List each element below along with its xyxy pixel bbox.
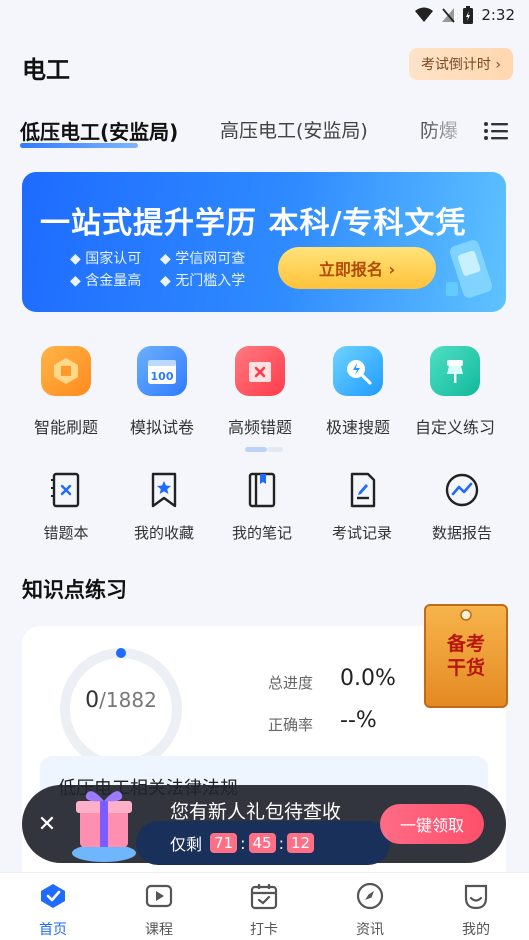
bookmark-icon [151, 472, 177, 508]
app-header: 电工 考试倒计时 › [22, 46, 513, 84]
tag-line1: 备考 [446, 633, 485, 655]
wifi-icon [415, 7, 434, 22]
smart-practice-entry[interactable]: 智能刷题 [16, 346, 116, 438]
news-compass-icon [356, 882, 384, 910]
notebook-entry[interactable]: 我的笔记 [212, 470, 312, 543]
tool-label: 考试记录 [331, 524, 392, 542]
tool-label: 我的笔记 [231, 524, 292, 542]
frequent-errors-icon [235, 346, 285, 396]
nav-label: 课程 [145, 922, 173, 938]
custom-practice-entry[interactable]: 自定义练习 [405, 346, 505, 438]
remaining-label: 仅剩 [170, 835, 203, 854]
page-indicator-active [245, 447, 267, 452]
data-report-icon [445, 473, 479, 507]
total-count: /1882 [99, 688, 157, 712]
exam-record-entry[interactable]: 考试记录 [312, 470, 412, 543]
exam-countdown-button[interactable]: 考试倒计时 › [408, 48, 513, 80]
timer-separator: : [240, 833, 246, 853]
battery-charging-icon [463, 6, 474, 24]
svg-text:100: 100 [151, 370, 174, 383]
tab-fade [419, 112, 479, 148]
exam-record-icon [350, 472, 376, 508]
claim-gift-button[interactable]: 一键领取 [380, 804, 484, 844]
tool-label: 我的收藏 [133, 524, 194, 542]
status-bar: 2:32 [0, 0, 529, 30]
page-title: 电工 [22, 56, 70, 84]
nav-profile[interactable]: 我的 [436, 881, 516, 939]
progress-count: 0/1882 [56, 688, 186, 713]
tab-high-voltage[interactable]: 高压电工(安监局) [220, 116, 368, 143]
close-icon[interactable]: ✕ [32, 809, 62, 839]
status-time: 2:32 [481, 6, 515, 24]
study-materials-tag[interactable]: 备考 干货 [424, 604, 508, 708]
nav-home[interactable]: 首页 [13, 881, 93, 939]
error-book-entry[interactable]: 错题本 [16, 470, 116, 543]
popup-title: 您有新人礼包待查收 [170, 801, 342, 823]
nav-label: 首页 [39, 922, 67, 938]
done-count: 0 [85, 688, 100, 713]
gift-countdown: 仅剩 71 : 45 : 12 [170, 831, 316, 855]
timer-hours: 71 [210, 833, 238, 853]
smart-practice-icon [41, 346, 91, 396]
new-user-gift-popup: ✕ 您有新人礼包待查收 仅剩 71 : 45 : 12 一键领取 [22, 785, 506, 865]
subject-tabs: 低压电工(安监局) 高压电工(安监局) 防爆 [0, 112, 529, 152]
section-title: 知识点练习 [22, 578, 127, 602]
active-tab-indicator [20, 143, 138, 148]
notebook-icon [248, 472, 276, 508]
timer-separator: : [278, 833, 284, 853]
gift-box-icon [72, 791, 136, 862]
feature-label: 高频错题 [227, 418, 292, 437]
progress-value: 0.0% [340, 666, 396, 691]
error-book-icon [51, 472, 80, 508]
tag-text: 备考 干货 [424, 632, 508, 680]
accuracy-value: --% [340, 708, 377, 733]
tag-line2: 干货 [446, 657, 485, 679]
nav-checkin[interactable]: 打卡 [224, 881, 304, 939]
course-icon [145, 884, 173, 908]
page-indicator [245, 447, 285, 453]
signal-off-icon [442, 8, 455, 23]
profile-icon [464, 884, 488, 910]
enroll-now-button[interactable]: 立即报名 › [278, 247, 436, 289]
phone-illustration-icon [446, 240, 493, 298]
bookmark-entry[interactable]: 我的收藏 [114, 470, 214, 543]
nav-label: 我的 [462, 922, 490, 938]
feature-label: 极速搜题 [325, 418, 390, 437]
banner-feature: ◆ 国家认可 [70, 251, 142, 267]
feature-label: 智能刷题 [33, 418, 98, 437]
nav-label: 打卡 [250, 922, 278, 938]
mock-paper-entry[interactable]: 100 模拟试卷 [112, 346, 212, 438]
feature-label: 自定义练习 [414, 418, 495, 437]
accuracy-label: 正确率 [268, 716, 314, 734]
tab-low-voltage[interactable]: 低压电工(安监局) [20, 116, 178, 145]
banner-feature: ◆ 学信网可查 [160, 251, 246, 267]
nav-news[interactable]: 资讯 [330, 881, 410, 939]
page-indicator-inactive [267, 447, 283, 452]
quick-search-entry[interactable]: 极速搜题 [308, 346, 408, 438]
timer-seconds: 12 [286, 833, 315, 853]
quick-search-icon [333, 346, 383, 396]
feature-label: 模拟试卷 [129, 418, 194, 437]
banner-title: 一站式提升学历 本科/专科文凭 [40, 206, 467, 241]
tool-label: 数据报告 [431, 524, 492, 542]
nav-label: 资讯 [356, 922, 384, 938]
banner-feature: ◆ 无门槛入学 [160, 273, 246, 289]
nav-course[interactable]: 课程 [119, 881, 199, 939]
promo-banner[interactable]: 一站式提升学历 本科/专科文凭 ◆ 国家认可 ◆ 学信网可查 ◆ 含金量高 ◆ … [22, 172, 506, 312]
mock-paper-icon: 100 [137, 346, 187, 396]
progress-label: 总进度 [268, 674, 314, 692]
list-menu-icon[interactable] [483, 120, 509, 142]
data-report-entry[interactable]: 数据报告 [412, 470, 512, 543]
bottom-navigation: 首页 课程 打卡 资讯 我的 [0, 872, 529, 940]
status-icons: 2:32 [415, 6, 515, 24]
checkin-icon [250, 884, 278, 910]
tool-label: 错题本 [43, 524, 89, 542]
tag-string-icon [460, 609, 472, 621]
custom-practice-icon [430, 346, 480, 396]
banner-feature: ◆ 含金量高 [70, 273, 142, 289]
timer-minutes: 45 [248, 833, 276, 853]
frequent-errors-entry[interactable]: 高频错题 [210, 346, 310, 438]
home-icon [41, 884, 65, 908]
